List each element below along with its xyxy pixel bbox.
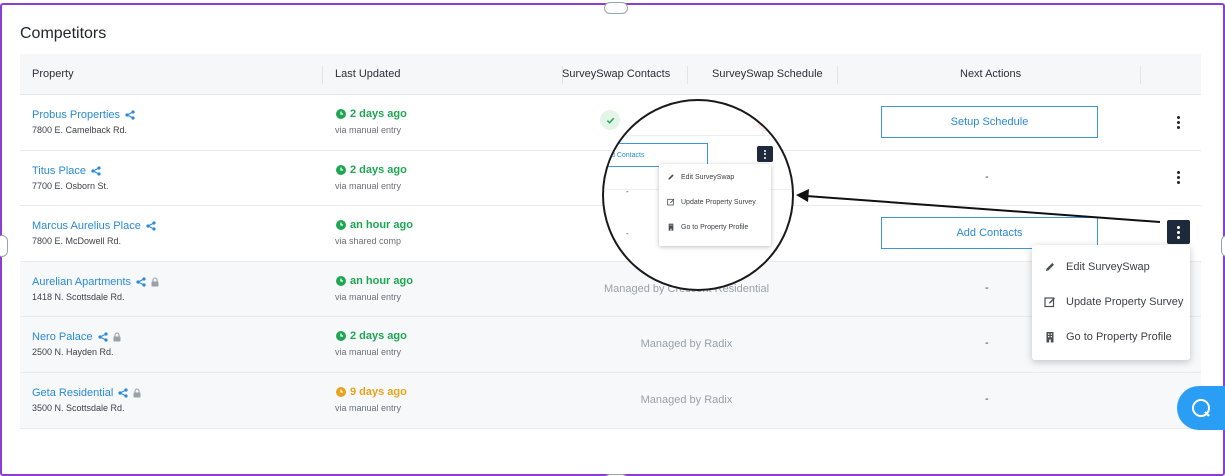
chat-icon (1192, 399, 1210, 417)
table-row: Geta Residential 3500 N. Scottsdale Rd. … (20, 372, 1201, 429)
clock-icon (336, 386, 346, 397)
update-source: via manual entry (335, 125, 402, 135)
zoomed-dropdown: Edit SurveySwap Update Property Survey G… (659, 164, 771, 246)
last-updated-status: 9 days ago (336, 386, 407, 398)
section-title: Competitors (20, 25, 107, 42)
dash-text: - (626, 187, 629, 196)
update-source: via manual entry (335, 347, 402, 358)
row-menu-kebab-icon[interactable] (1170, 169, 1186, 187)
last-updated-status: 2 days ago (336, 108, 407, 120)
clock-icon (336, 220, 346, 231)
lock-icon (133, 388, 141, 398)
dash-text: - (626, 229, 629, 238)
last-updated-status: 2 days ago (336, 164, 407, 176)
share-icon[interactable] (125, 110, 135, 120)
zoom-magnifier: d Contacts - - Edit SurveySwap Update Pr… (602, 99, 794, 291)
table-row: Nero Palace 2500 N. Hayden Rd. 2 days ag… (20, 317, 1201, 373)
menu-item-update-property-survey[interactable]: Update Property Survey (1044, 296, 1183, 308)
last-updated-status: an hour ago (336, 275, 413, 287)
next-action-empty: - (985, 281, 989, 294)
managed-by-label: Managed by Radix (640, 393, 733, 406)
last-updated-status: an hour ago (336, 219, 413, 231)
property-address: 3500 N. Scottsdale Rd. (32, 402, 125, 413)
next-action-empty: - (985, 392, 989, 405)
property-address: 2500 N. Hayden Rd. (32, 347, 114, 358)
property-address: 1418 N. Scottsdale Rd. (32, 291, 125, 302)
clock-icon (336, 275, 346, 286)
share-icon[interactable] (97, 332, 108, 342)
zoomed-menu-item: Go to Property Profile (667, 223, 748, 231)
resize-handle-left[interactable] (0, 235, 8, 257)
update-source: via manual entry (335, 291, 402, 302)
property-address: 7800 E. McDowell Rd. (32, 236, 122, 247)
last-updated-status: 2 days ago (336, 330, 407, 342)
col-surveyswap-schedule[interactable]: SurveySwap Schedule (712, 68, 823, 80)
check-icon (604, 115, 616, 129)
menu-item-go-to-property-profile[interactable]: Go to Property Profile (1044, 331, 1172, 343)
clock-icon (336, 164, 346, 175)
x-icon (758, 115, 774, 131)
property-link[interactable]: Geta Residential (32, 387, 141, 399)
share-icon[interactable] (91, 165, 101, 176)
next-action-empty: - (985, 170, 989, 183)
property-address: 7800 E. Camelback Rd. (32, 125, 128, 135)
resize-handle-top[interactable] (604, 2, 628, 14)
edit-survey-icon (1044, 297, 1055, 308)
property-link[interactable]: Probus Properties (32, 109, 135, 121)
zoomed-menu-item: Edit SurveySwap (667, 173, 734, 181)
property-link[interactable]: Marcus Aurelius Place (32, 220, 156, 232)
row-actions-dropdown: Edit SurveySwap Update Property Survey G… (1032, 245, 1190, 360)
share-icon[interactable] (136, 277, 146, 287)
share-icon[interactable] (118, 388, 128, 398)
clock-icon (336, 331, 346, 342)
property-address: 7700 E. Osborn St. (32, 180, 109, 191)
col-last-updated[interactable]: Last Updated (335, 68, 400, 80)
update-source: via manual entry (335, 402, 402, 413)
lock-icon (113, 332, 121, 342)
update-source: via manual entry (335, 180, 402, 191)
pencil-icon (1046, 263, 1054, 271)
kebab-icon (757, 146, 773, 162)
help-chat-button[interactable] (1177, 386, 1225, 430)
clock-icon (336, 109, 346, 119)
managed-by-label: Managed by Radix (640, 338, 733, 351)
share-icon[interactable] (146, 221, 156, 231)
col-surveyswap-contacts[interactable]: SurveySwap Contacts (562, 68, 670, 80)
property-link[interactable]: Aurelian Apartments (32, 276, 159, 288)
menu-item-edit-surveyswap[interactable]: Edit SurveySwap (1044, 261, 1150, 273)
table-header: Property Last Updated SurveySwap Contact… (20, 54, 1201, 95)
col-next-actions[interactable]: Next Actions (960, 68, 1021, 80)
zoomed-menu-item: Update Property Survey (667, 198, 756, 206)
row-menu-kebab-icon[interactable] (1167, 220, 1190, 245)
lock-icon (151, 277, 159, 287)
building-icon (668, 223, 674, 231)
pencil-icon (668, 174, 674, 180)
x-icon (604, 229, 610, 239)
resize-handle-right[interactable] (1221, 235, 1225, 257)
property-link[interactable]: Titus Place (32, 165, 101, 177)
building-icon (1046, 332, 1054, 343)
setup-schedule-button[interactable]: Setup Schedule (881, 106, 1098, 138)
next-action-empty: - (985, 337, 989, 350)
col-property[interactable]: Property (32, 68, 74, 80)
update-source: via shared comp (335, 236, 402, 247)
edit-survey-icon (667, 198, 675, 206)
property-link[interactable]: Nero Palace (32, 331, 121, 343)
row-menu-kebab-icon[interactable] (1170, 113, 1186, 131)
